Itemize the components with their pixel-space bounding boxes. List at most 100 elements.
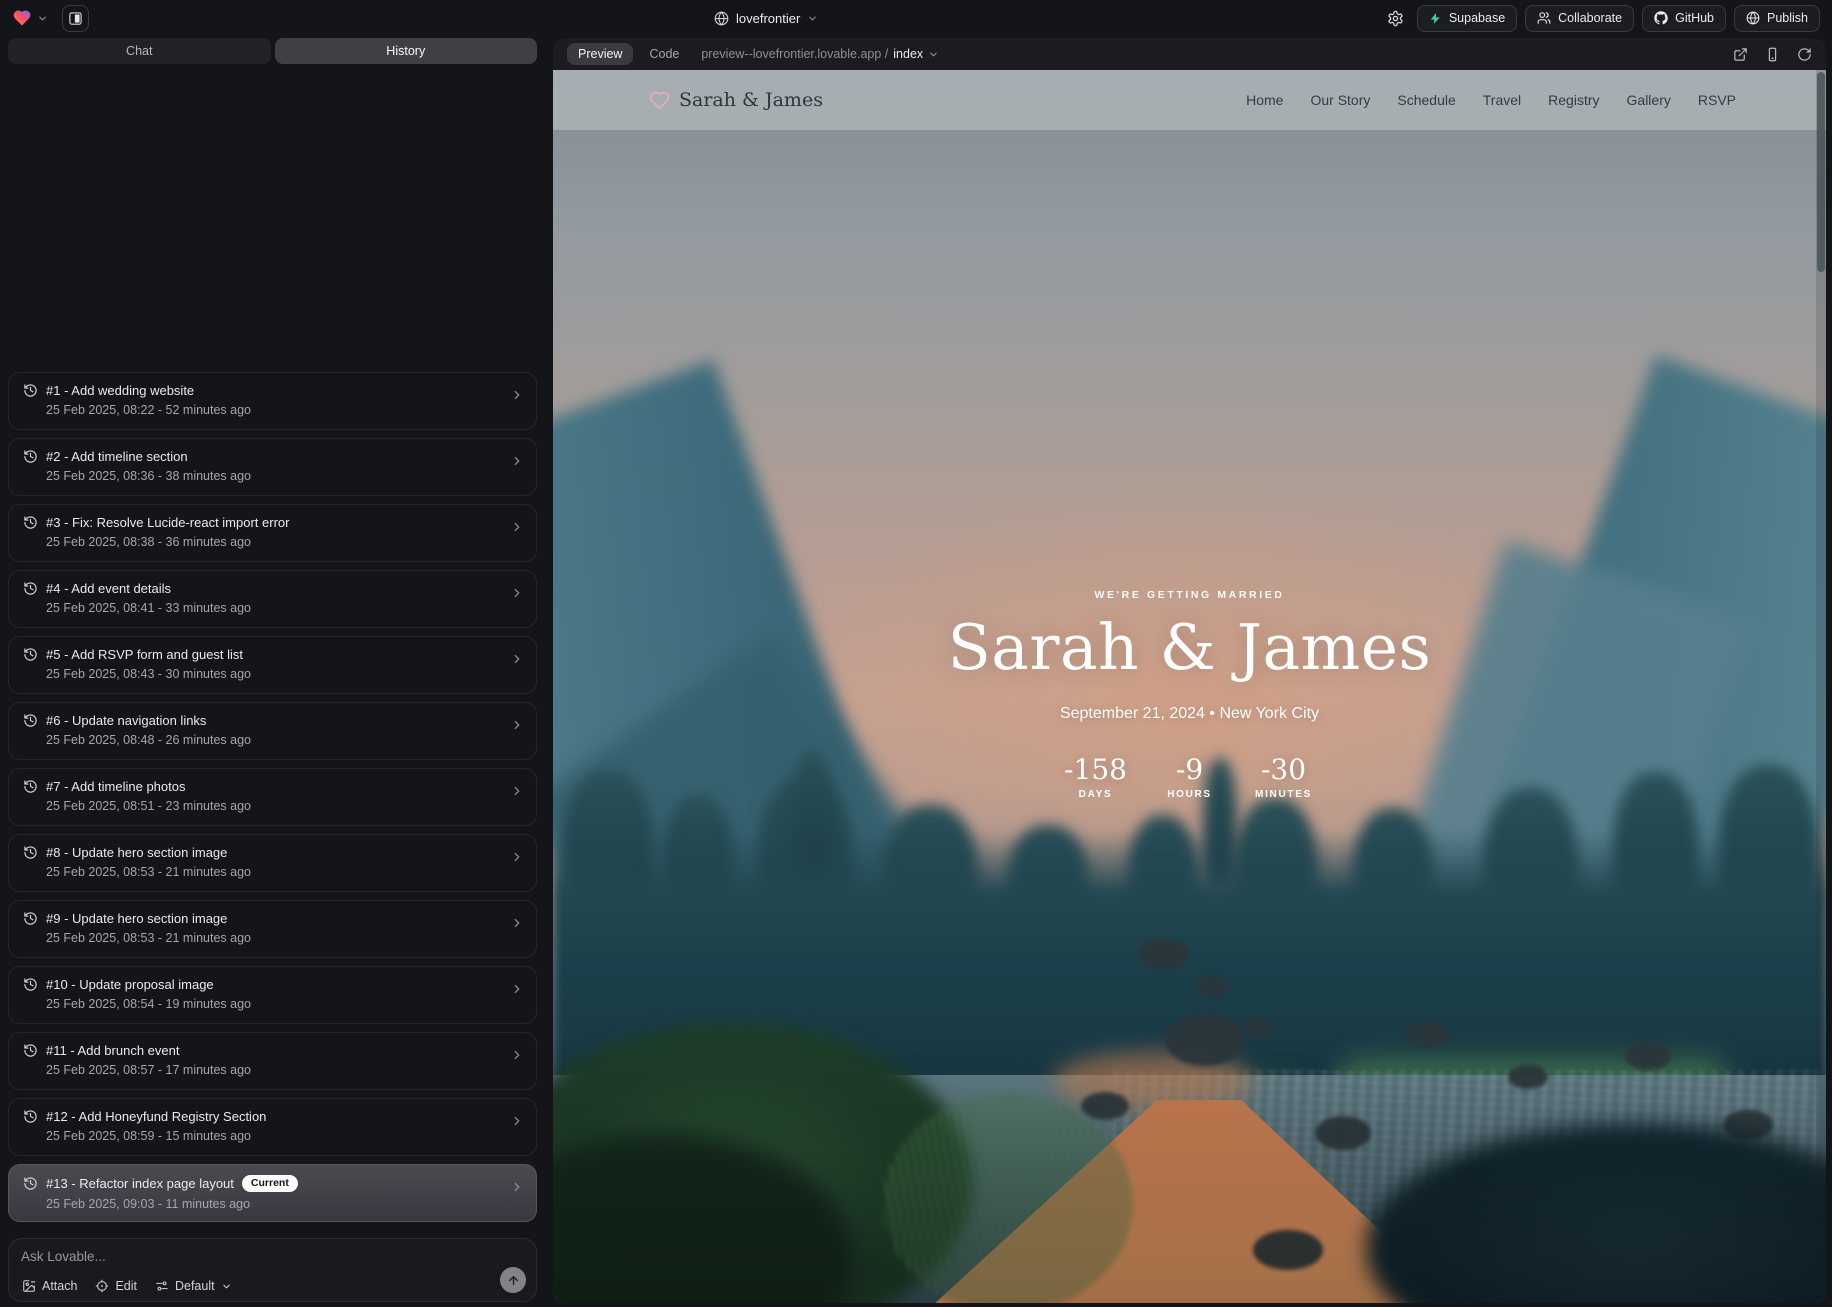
heart-outline-icon bbox=[649, 90, 670, 111]
tab-preview[interactable]: Preview bbox=[567, 43, 633, 65]
topbar-actions: Supabase Collaborate GitHub Publish bbox=[1382, 5, 1820, 32]
chevron-right-icon bbox=[510, 982, 524, 996]
history-item[interactable]: #12 - Add Honeyfund Registry Section 25 … bbox=[8, 1098, 537, 1156]
history-clock-icon bbox=[23, 1176, 38, 1191]
history-item[interactable]: #5 - Add RSVP form and guest list 25 Feb… bbox=[8, 636, 537, 694]
history-clock-icon bbox=[23, 383, 38, 398]
ask-lovable-input[interactable] bbox=[21, 1249, 361, 1264]
history-item[interactable]: #10 - Update proposal image 25 Feb 2025,… bbox=[8, 966, 537, 1024]
nav-link-our-story[interactable]: Our Story bbox=[1310, 92, 1370, 108]
history-item[interactable]: #11 - Add brunch event 25 Feb 2025, 08:5… bbox=[8, 1032, 537, 1090]
history-item-title: #9 - Update hero section image bbox=[46, 911, 227, 926]
nav-link-travel[interactable]: Travel bbox=[1483, 92, 1521, 108]
gear-icon[interactable] bbox=[1382, 7, 1409, 30]
countdown-days-value: -158 bbox=[1064, 756, 1128, 784]
github-button[interactable]: GitHub bbox=[1642, 5, 1726, 32]
tab-code[interactable]: Code bbox=[647, 43, 681, 65]
hero-date-location: September 21, 2024 • New York City bbox=[553, 705, 1826, 723]
site-header: Sarah & James Home Our Story Schedule Tr… bbox=[553, 70, 1826, 130]
history-item-current[interactable]: #13 - Refactor index page layout Current… bbox=[8, 1164, 537, 1222]
history-item[interactable]: #8 - Update hero section image 25 Feb 20… bbox=[8, 834, 537, 892]
github-icon bbox=[1654, 11, 1668, 25]
history-clock-icon bbox=[23, 845, 38, 860]
refresh-icon[interactable] bbox=[1797, 47, 1812, 62]
hero-section: WE'RE GETTING MARRIED Sarah & James Sept… bbox=[553, 589, 1826, 800]
history-item[interactable]: #4 - Add event details 25 Feb 2025, 08:4… bbox=[8, 570, 537, 628]
nav-link-registry[interactable]: Registry bbox=[1548, 92, 1599, 108]
chevron-right-icon bbox=[510, 1114, 524, 1128]
history-item-title: #2 - Add timeline section bbox=[46, 449, 188, 464]
tab-chat[interactable]: Chat bbox=[8, 38, 271, 64]
history-item-timestamp: 25 Feb 2025, 08:51 - 23 minutes ago bbox=[46, 799, 522, 813]
chevron-right-icon bbox=[510, 520, 524, 534]
scrollbar-thumb[interactable] bbox=[1817, 72, 1825, 272]
history-item-timestamp: 25 Feb 2025, 08:57 - 17 minutes ago bbox=[46, 1063, 522, 1077]
project-selector[interactable]: lovefrontier bbox=[714, 0, 818, 36]
nav-link-gallery[interactable]: Gallery bbox=[1627, 92, 1671, 108]
history-item[interactable]: #7 - Add timeline photos 25 Feb 2025, 08… bbox=[8, 768, 537, 826]
send-button[interactable] bbox=[500, 1267, 526, 1293]
countdown-days-label: DAYS bbox=[1064, 789, 1128, 800]
attach-label: Attach bbox=[42, 1279, 77, 1293]
supabase-button[interactable]: Supabase bbox=[1417, 5, 1517, 32]
sidebar-tabs: Chat History bbox=[8, 38, 537, 64]
countdown-minutes-value: -30 bbox=[1252, 756, 1316, 784]
history-clock-icon bbox=[23, 449, 38, 464]
edit-label: Edit bbox=[115, 1279, 137, 1293]
history-item-timestamp: 25 Feb 2025, 08:36 - 38 minutes ago bbox=[46, 469, 522, 483]
history-item-timestamp: 25 Feb 2025, 08:53 - 21 minutes ago bbox=[46, 931, 522, 945]
edit-button[interactable]: Edit bbox=[95, 1279, 137, 1293]
crosshair-icon bbox=[95, 1279, 109, 1293]
lovable-app-window: lovefrontier Supabase Collaborate GitHub bbox=[0, 0, 1832, 1307]
history-item[interactable]: #2 - Add timeline section 25 Feb 2025, 0… bbox=[8, 438, 537, 496]
countdown-hours: -9 HOURS bbox=[1158, 756, 1222, 800]
history-item[interactable]: #9 - Update hero section image 25 Feb 20… bbox=[8, 900, 537, 958]
history-item[interactable]: #6 - Update navigation links 25 Feb 2025… bbox=[8, 702, 537, 760]
nav-link-rsvp[interactable]: RSVP bbox=[1698, 92, 1736, 108]
attach-button[interactable]: Attach bbox=[22, 1279, 77, 1293]
nav-link-schedule[interactable]: Schedule bbox=[1397, 92, 1455, 108]
nav-link-home[interactable]: Home bbox=[1246, 92, 1283, 108]
lovable-heart-icon[interactable] bbox=[12, 8, 32, 28]
preview-scrollbar[interactable] bbox=[1816, 70, 1826, 1303]
history-item-title: #12 - Add Honeyfund Registry Section bbox=[46, 1109, 266, 1124]
history-item-title: #4 - Add event details bbox=[46, 581, 171, 596]
chevron-right-icon bbox=[510, 916, 524, 930]
mode-selector[interactable]: Default bbox=[155, 1279, 232, 1293]
topbar-left-group bbox=[12, 5, 89, 32]
sidebar-toggle-button[interactable] bbox=[62, 5, 89, 32]
bolt-icon bbox=[1429, 12, 1442, 25]
history-item-title: #3 - Fix: Resolve Lucide-react import er… bbox=[46, 515, 289, 530]
site-logo[interactable]: Sarah & James bbox=[649, 89, 823, 111]
chevron-right-icon bbox=[510, 388, 524, 402]
history-item-title: #5 - Add RSVP form and guest list bbox=[46, 647, 243, 662]
chevron-down-icon bbox=[807, 13, 818, 24]
collaborate-button[interactable]: Collaborate bbox=[1525, 5, 1634, 32]
history-item-timestamp: 25 Feb 2025, 08:48 - 26 minutes ago bbox=[46, 733, 522, 747]
preview-url[interactable]: preview--lovefrontier.lovable.app / inde… bbox=[701, 47, 939, 61]
chevron-down-icon[interactable] bbox=[37, 13, 48, 24]
smartphone-icon[interactable] bbox=[1765, 47, 1780, 62]
globe-icon bbox=[1746, 11, 1760, 25]
preview-toolbar-actions bbox=[1733, 47, 1812, 62]
site-logo-text: Sarah & James bbox=[679, 89, 823, 111]
supabase-label: Supabase bbox=[1449, 11, 1505, 25]
history-clock-icon bbox=[23, 911, 38, 926]
chevron-right-icon bbox=[510, 850, 524, 864]
history-clock-icon bbox=[23, 1043, 38, 1058]
external-link-icon[interactable] bbox=[1733, 47, 1748, 62]
history-item-title: #1 - Add wedding website bbox=[46, 383, 194, 398]
history-item[interactable]: #3 - Fix: Resolve Lucide-react import er… bbox=[8, 504, 537, 562]
publish-button[interactable]: Publish bbox=[1734, 5, 1820, 32]
current-badge: Current bbox=[242, 1175, 298, 1192]
chat-composer[interactable]: Attach Edit Default bbox=[8, 1238, 537, 1302]
preview-url-prefix: preview--lovefrontier.lovable.app / bbox=[701, 47, 888, 61]
history-item-title: #6 - Update navigation links bbox=[46, 713, 206, 728]
history-item[interactable]: #1 - Add wedding website 25 Feb 2025, 08… bbox=[8, 372, 537, 430]
history-clock-icon bbox=[23, 581, 38, 596]
history-clock-icon bbox=[23, 647, 38, 662]
countdown-minutes: -30 MINUTES bbox=[1252, 756, 1316, 800]
tab-history[interactable]: History bbox=[275, 38, 538, 64]
image-plus-icon bbox=[22, 1279, 36, 1293]
history-clock-icon bbox=[23, 779, 38, 794]
